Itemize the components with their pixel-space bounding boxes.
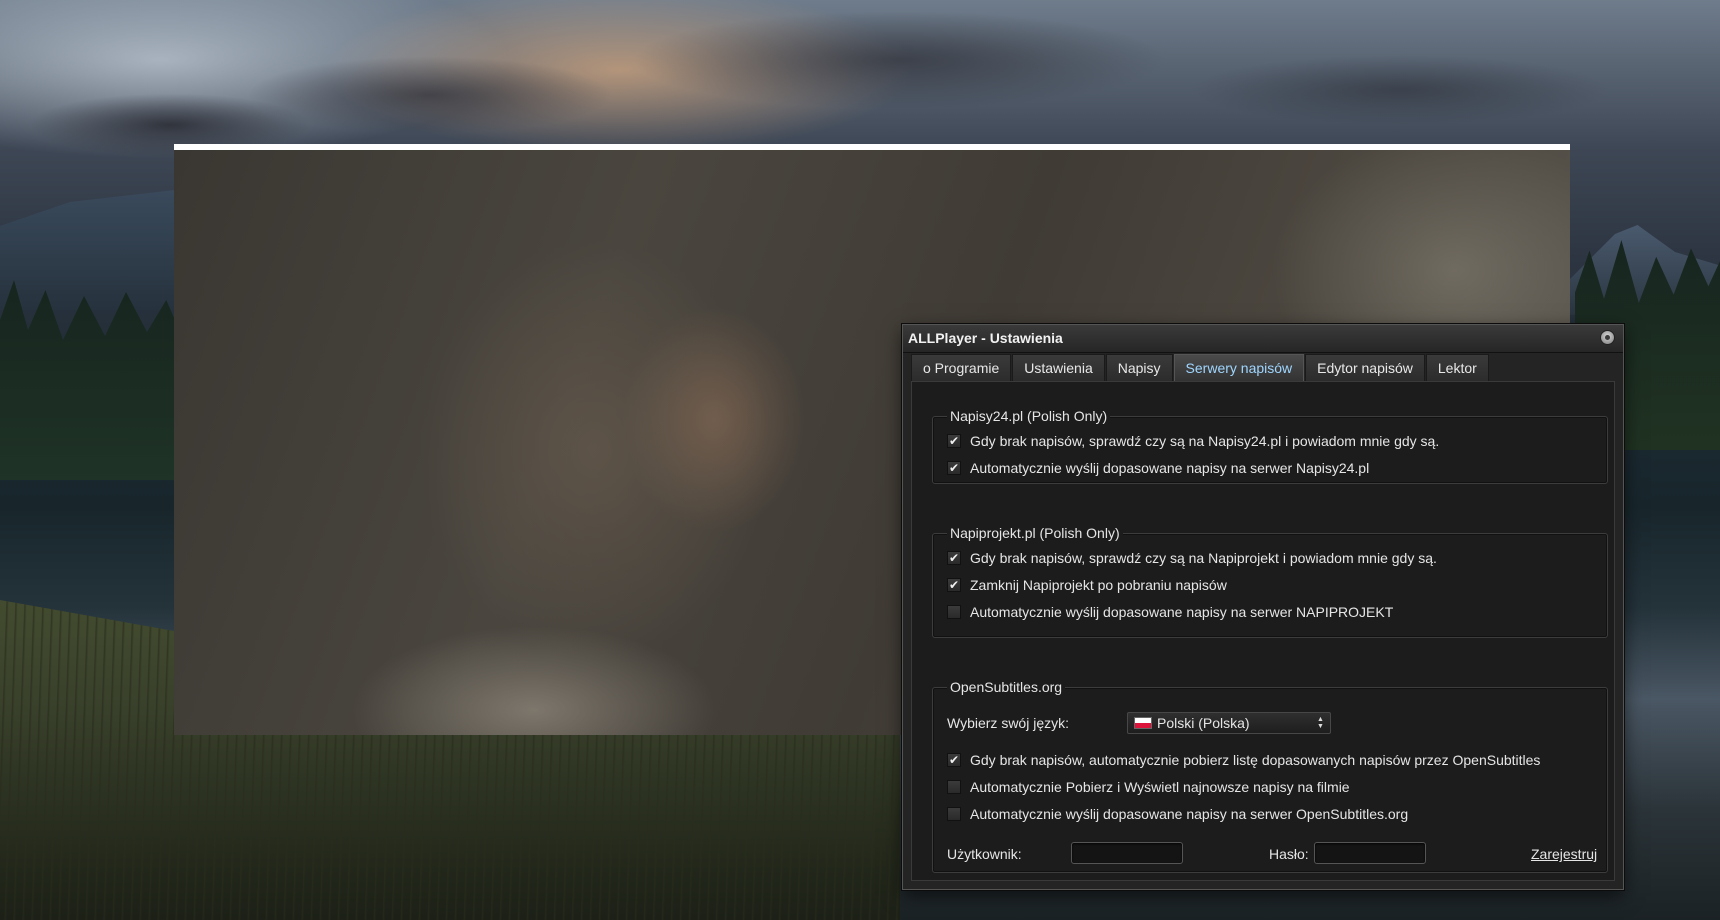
checkbox[interactable]: ✔ [947, 434, 961, 448]
option-row[interactable]: ✔ Automatycznie wyślij dopasowane napisy… [947, 459, 1369, 477]
language-label: Wybierz swój język: [947, 715, 1070, 731]
option-row[interactable]: ✔ Gdy brak napisów, sprawdź czy są na Na… [947, 549, 1437, 567]
wallpaper-clouds [0, 0, 1720, 160]
tab-napisy[interactable]: Napisy [1105, 354, 1173, 381]
window-title: ALLPlayer - Ustawienia [908, 330, 1063, 346]
tab-panel: Napisy24.pl (Polish Only) ✔ Gdy brak nap… [911, 381, 1615, 881]
wallpaper-trees-left [0, 280, 175, 480]
option-label: Gdy brak napisów, sprawdź czy są na Napi… [970, 433, 1440, 449]
settings-dialog: ALLPlayer - Ustawienia o Programie Ustaw… [902, 324, 1624, 890]
checkbox[interactable]: ✔ [947, 551, 961, 565]
group-opensubtitles: OpenSubtitles.org Wybierz swój język: Po… [932, 679, 1608, 873]
tab-ustawienia[interactable]: Ustawienia [1012, 354, 1105, 381]
username-input[interactable] [1071, 842, 1183, 864]
tab-edytor-napisow[interactable]: Edytor napisów [1305, 354, 1425, 381]
language-value: Polski (Polska) [1157, 715, 1250, 731]
password-label: Hasło: [1269, 846, 1309, 862]
option-row[interactable]: Automatycznie wyślij dopasowane napisy n… [947, 805, 1408, 823]
option-label: Automatycznie wyślij dopasowane napisy n… [970, 604, 1394, 620]
option-label: Automatycznie wyślij dopasowane napisy n… [970, 806, 1409, 822]
language-select[interactable]: Polski (Polska) ▲▼ [1127, 712, 1331, 734]
group-napisy24: Napisy24.pl (Polish Only) ✔ Gdy brak nap… [932, 408, 1608, 484]
checkbox[interactable] [947, 807, 961, 821]
option-row[interactable]: ✔ Gdy brak napisów, automatycznie pobier… [947, 751, 1540, 769]
option-label: Automatycznie Pobierz i Wyświetl najnows… [970, 779, 1350, 795]
option-label: Gdy brak napisów, automatycznie pobierz … [970, 752, 1541, 768]
checkbox[interactable] [947, 780, 961, 794]
option-label: Zamknij Napiprojekt po pobraniu napisów [970, 577, 1227, 593]
option-row[interactable]: ✔ Gdy brak napisów, sprawdź czy są na Na… [947, 432, 1439, 450]
password-input[interactable] [1314, 842, 1426, 864]
register-link[interactable]: Zarejestruj [1531, 846, 1597, 862]
checkbox[interactable]: ✔ [947, 461, 961, 475]
tab-serwery-napisow[interactable]: Serwery napisów [1173, 354, 1305, 381]
option-row[interactable]: ✔ Zamknij Napiprojekt po pobraniu napisó… [947, 576, 1227, 594]
group-napiprojekt: Napiprojekt.pl (Polish Only) ✔ Gdy brak … [932, 525, 1608, 638]
option-row[interactable]: Automatycznie wyślij dopasowane napisy n… [947, 603, 1393, 621]
tab-bar: o Programie Ustawienia Napisy Serwery na… [911, 354, 1490, 381]
tab-lektor[interactable]: Lektor [1425, 354, 1489, 381]
option-label: Automatycznie wyślij dopasowane napisy n… [970, 460, 1370, 476]
title-bar[interactable]: ALLPlayer - Ustawienia [903, 325, 1623, 353]
checkbox[interactable] [947, 605, 961, 619]
checkbox[interactable]: ✔ [947, 578, 961, 592]
checkbox[interactable]: ✔ [947, 753, 961, 767]
poland-flag-icon [1134, 717, 1152, 729]
tab-o-programie[interactable]: o Programie [911, 354, 1012, 381]
spin-arrows-icon: ▲▼ [1317, 716, 1324, 730]
option-label: Gdy brak napisów, sprawdź czy są na Napi… [970, 550, 1437, 566]
close-icon[interactable] [1600, 330, 1615, 345]
group-legend: Napisy24.pl (Polish Only) [947, 408, 1111, 424]
username-label: Użytkownik: [947, 846, 1022, 862]
option-row[interactable]: Automatycznie Pobierz i Wyświetl najnows… [947, 778, 1350, 796]
group-legend: OpenSubtitles.org [947, 679, 1066, 695]
wallpaper-mountain-left [0, 190, 175, 310]
group-legend: Napiprojekt.pl (Polish Only) [947, 525, 1123, 541]
